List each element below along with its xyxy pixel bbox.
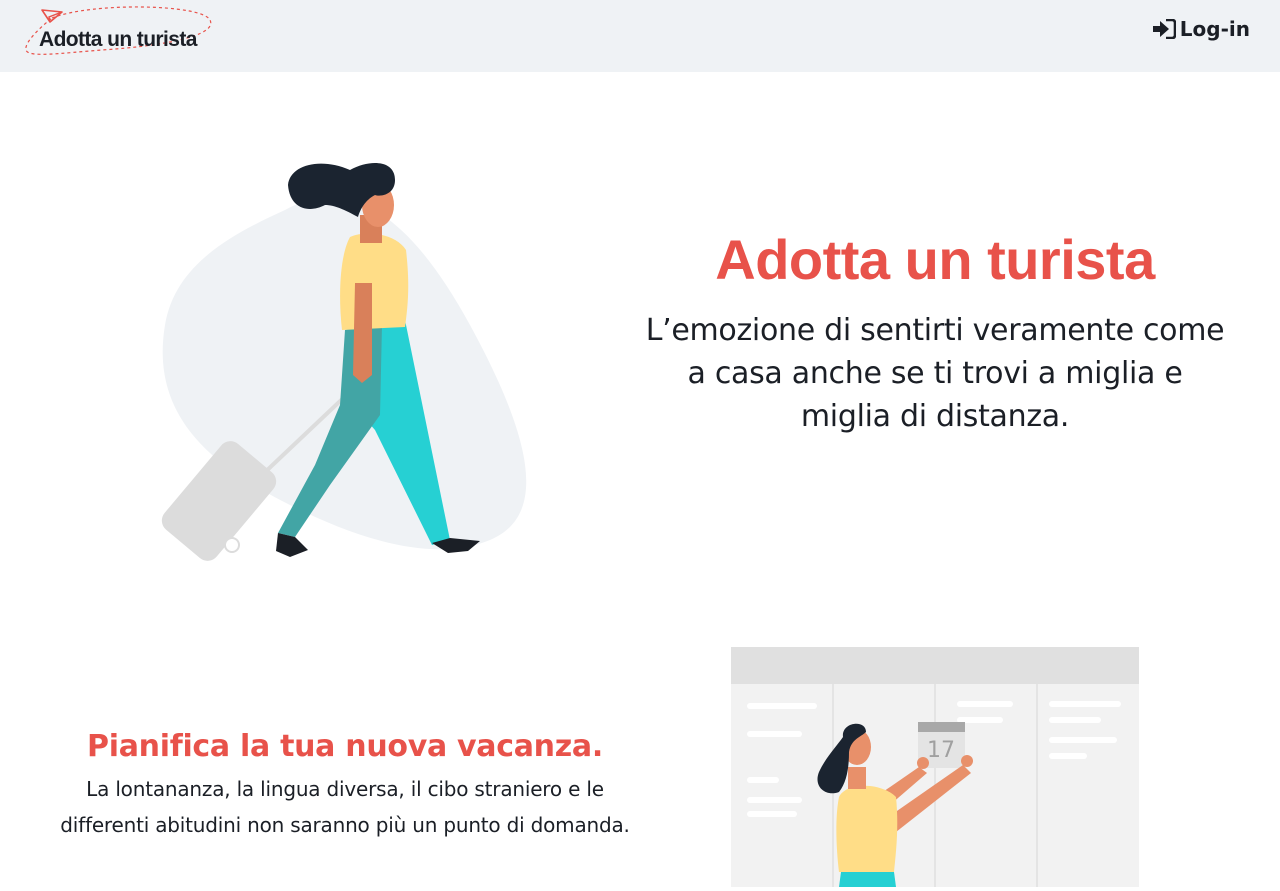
login-button[interactable]: Log-in: [1152, 15, 1250, 43]
hero-section: Adotta un turista L’emozione di sentirti…: [640, 225, 1230, 438]
calendar-illustration: 17: [731, 647, 1139, 891]
feature-description: La lontananza, la lingua diversa, il cib…: [60, 777, 630, 837]
hero-title: Adotta un turista: [715, 228, 1155, 291]
brand-name: Adotta un turista: [39, 28, 197, 51]
login-label: Log-in: [1179, 17, 1250, 41]
hero-subtitle: L’emozione di sentirti veramente come a …: [645, 313, 1225, 434]
feature-plan-section: Pianifica la tua nuova vacanza. La lonta…: [55, 725, 635, 843]
feature-title: Pianifica la tua nuova vacanza.: [87, 729, 603, 764]
traveler-illustration: [150, 155, 550, 569]
sign-in-icon: [1152, 19, 1176, 39]
brand-logo[interactable]: Adotta un turista: [22, 6, 222, 68]
navbar: Adotta un turista Log-in: [0, 0, 1280, 72]
calendar-day: 17: [927, 738, 955, 763]
